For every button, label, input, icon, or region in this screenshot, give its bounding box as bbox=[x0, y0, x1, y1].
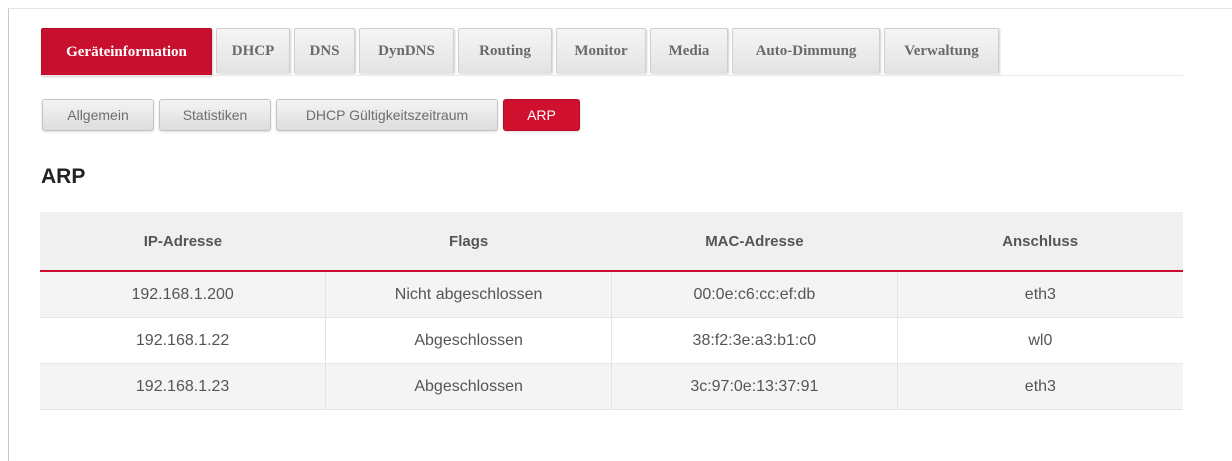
subtab-arp[interactable]: ARP bbox=[503, 99, 580, 131]
cell-anschluss: wl0 bbox=[897, 317, 1183, 364]
table-header-row: IP-Adresse Flags MAC-Adresse Anschluss bbox=[40, 212, 1183, 272]
cell-anschluss: eth3 bbox=[897, 363, 1183, 410]
tab-dhcp[interactable]: DHCP bbox=[216, 28, 290, 73]
column-header-mac: MAC-Adresse bbox=[611, 212, 898, 272]
main-tab-bar: Geräteinformation DHCP DNS DynDNS Routin… bbox=[41, 28, 1003, 76]
tab-routing[interactable]: Routing bbox=[458, 28, 552, 73]
column-header-flags: Flags bbox=[325, 212, 612, 272]
sub-tab-bar: Allgemein Statistiken DHCP Gültigkeitsze… bbox=[42, 99, 585, 131]
cell-anschluss: eth3 bbox=[897, 271, 1183, 318]
cell-flags: Abgeschlossen bbox=[325, 317, 612, 364]
cell-mac: 00:0e:c6:cc:ef:db bbox=[611, 271, 898, 318]
table-row: 192.168.1.23 Abgeschlossen 3c:97:0e:13:3… bbox=[40, 363, 1183, 410]
table-row: 192.168.1.22 Abgeschlossen 38:f2:3e:a3:b… bbox=[40, 317, 1183, 364]
tab-media[interactable]: Media bbox=[650, 28, 728, 73]
tab-dns[interactable]: DNS bbox=[294, 28, 355, 73]
cell-flags: Abgeschlossen bbox=[325, 363, 612, 410]
cell-mac: 38:f2:3e:a3:b1:c0 bbox=[611, 317, 898, 364]
cell-flags: Nicht abgeschlossen bbox=[325, 271, 612, 318]
tab-auto-dimmung[interactable]: Auto-Dimmung bbox=[732, 28, 880, 73]
column-header-anschluss: Anschluss bbox=[897, 212, 1183, 272]
tab-dyndns[interactable]: DynDNS bbox=[359, 28, 454, 73]
subtab-dhcp-gueltigkeitszeitraum[interactable]: DHCP Gültigkeitszeitraum bbox=[276, 99, 498, 131]
tab-verwaltung[interactable]: Verwaltung bbox=[884, 28, 999, 73]
arp-table: IP-Adresse Flags MAC-Adresse Anschluss 1… bbox=[40, 212, 1183, 410]
tab-geraeteinformation[interactable]: Geräteinformation bbox=[41, 28, 212, 76]
subtab-statistiken[interactable]: Statistiken bbox=[159, 99, 271, 131]
page-title: ARP bbox=[41, 165, 86, 188]
cell-ip: 192.168.1.23 bbox=[40, 363, 327, 410]
tab-monitor[interactable]: Monitor bbox=[556, 28, 646, 73]
table-row: 192.168.1.200 Nicht abgeschlossen 00:0e:… bbox=[40, 271, 1183, 318]
tab-bar-divider bbox=[41, 75, 1183, 76]
subtab-allgemein[interactable]: Allgemein bbox=[42, 99, 154, 131]
column-header-ip: IP-Adresse bbox=[40, 212, 326, 272]
cell-mac: 3c:97:0e:13:37:91 bbox=[611, 363, 898, 410]
cell-ip: 192.168.1.22 bbox=[40, 317, 327, 364]
cell-ip: 192.168.1.200 bbox=[40, 271, 327, 318]
